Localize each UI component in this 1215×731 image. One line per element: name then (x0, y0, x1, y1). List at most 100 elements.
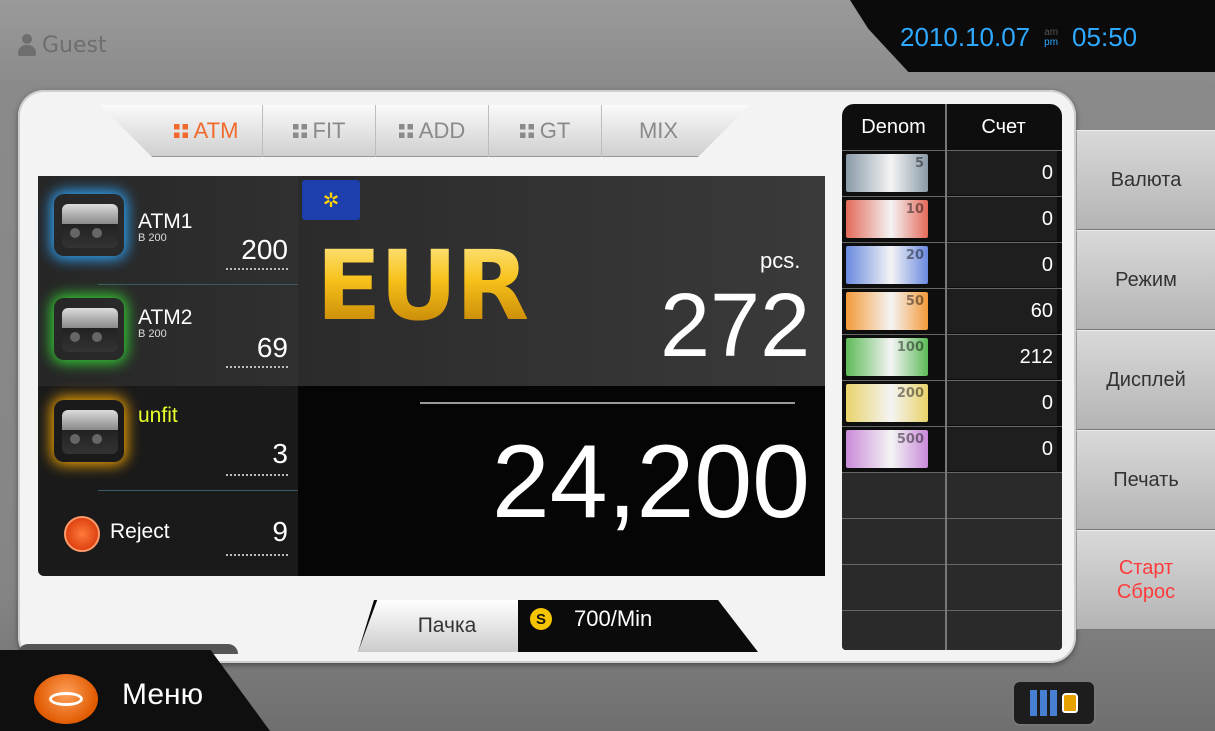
time-text: 05:50 (1072, 22, 1138, 52)
table-row (842, 518, 1062, 564)
column-divider (945, 104, 947, 650)
denom-count: 0 (947, 427, 1057, 471)
pocket-sub: B 200 (138, 232, 167, 244)
start-label: Старт (1118, 557, 1174, 579)
currency-button[interactable]: Валюта (1076, 130, 1215, 230)
empty-cell (947, 611, 1057, 650)
empty-cell (947, 519, 1057, 563)
tab-label: GT (539, 118, 571, 143)
user-icon (18, 34, 36, 56)
table-row (842, 564, 1062, 610)
banknote-icon: 5 (846, 154, 928, 192)
speed-value: 700/Min (574, 606, 653, 631)
tab-label: ATM (193, 118, 239, 143)
table-row: 50 (842, 150, 1062, 196)
banknote-icon: 500 (846, 430, 928, 468)
denom-count: 0 (947, 243, 1057, 287)
banknote-icon: 200 (846, 384, 928, 422)
grid-icon (173, 124, 188, 138)
pm-label: pm (1044, 36, 1059, 48)
pocket-count: 69 (256, 332, 288, 363)
pocket-count: 3 (272, 438, 288, 469)
banknote-icon: 20 (846, 246, 928, 284)
dotted-divider (226, 554, 288, 556)
table-row: 500 0 (842, 426, 1062, 472)
user-name: Guest (42, 32, 107, 58)
denom-count: 0 (947, 381, 1057, 425)
mode-button[interactable]: Режим (1076, 230, 1215, 330)
tab-gt[interactable]: GT (489, 105, 602, 157)
start-reset-button[interactable]: Старт Сброс (1076, 530, 1215, 630)
denom-count: 60 (947, 289, 1057, 333)
pocket-atm2[interactable]: ATM2 B 200 69 (38, 286, 298, 386)
pocket-name: Reject (110, 520, 170, 543)
banknote-icon: 10 (846, 200, 928, 238)
column-header-denom: Denom (861, 115, 926, 138)
tab-fit[interactable]: FIT (263, 105, 376, 157)
tab-label: ADD (418, 118, 466, 143)
dotted-divider (226, 366, 288, 368)
divider (420, 402, 795, 404)
date-text: 2010.10.07 (900, 22, 1031, 52)
user-indicator: Guest (18, 28, 107, 62)
pocket-reject[interactable]: Reject 9 (38, 496, 298, 576)
dotted-divider (226, 474, 288, 476)
speed-display[interactable]: S 700/Min (530, 606, 652, 632)
grid-icon (292, 124, 307, 138)
banknote-icon: 50 (846, 292, 928, 330)
pocket-unfit[interactable]: unfit 3 (38, 386, 298, 486)
pocket-name: unfit (138, 404, 178, 427)
tab-label: FIT (312, 118, 346, 143)
table-row: 10 0 (842, 196, 1062, 242)
divider (98, 490, 298, 491)
pocket-panel: ATM1 B 200 200 ATM2 B 200 69 unfit 3 Rej… (38, 176, 298, 576)
counter-machine-icon (54, 298, 124, 360)
table-row: 50 60 (842, 288, 1062, 334)
table-row (842, 610, 1062, 650)
grid-icon (398, 124, 413, 138)
denom-count: 212 (947, 335, 1057, 379)
table-row: 100 212 (842, 334, 1062, 380)
lock-icon (1062, 693, 1078, 713)
denomination-table: Denom Счет 5 0 10 0 20 0 50 60 100 212 200 0 500 0 (842, 104, 1062, 650)
pcs-label: pcs. (760, 248, 801, 273)
am-label: am (1044, 26, 1059, 38)
table-row: 20 0 (842, 242, 1062, 288)
pocket-count: 9 (272, 516, 288, 547)
currency-code: EUR (316, 230, 529, 342)
table-row: 200 0 (842, 380, 1062, 426)
reset-label: Сброс (1116, 581, 1176, 603)
table-row (842, 472, 1062, 518)
tab-atm[interactable]: ATM (150, 105, 263, 157)
tab-mix[interactable]: MIX (602, 105, 715, 157)
banknote-icon: 100 (846, 338, 928, 376)
denom-count: 0 (947, 151, 1057, 195)
pocket-name: ATM1 (138, 210, 193, 233)
keypad-icon (1030, 690, 1058, 716)
empty-cell (947, 473, 1057, 517)
eu-flag-icon: ✲ (302, 180, 360, 220)
pocket-sub: B 200 (138, 328, 167, 340)
display-button[interactable]: Дисплей (1076, 330, 1215, 430)
pocket-atm1[interactable]: ATM1 B 200 200 (38, 186, 298, 286)
menu-label: Меню (122, 678, 204, 711)
speed-icon: S (530, 608, 552, 630)
total-amount: 24,200 (491, 424, 810, 540)
keypad-lock-button[interactable] (1012, 680, 1096, 726)
divider (98, 284, 298, 285)
denom-count: 0 (947, 197, 1057, 241)
empty-cell (947, 565, 1057, 609)
counter-machine-icon (54, 400, 124, 462)
pocket-count: 200 (241, 234, 288, 265)
grid-icon (519, 124, 534, 138)
tab-label: MIX (638, 118, 679, 143)
eye-icon (34, 674, 98, 724)
datetime-display: 2010.10.07 am pm 05:50 (900, 22, 1137, 53)
tab-add[interactable]: ADD (376, 105, 489, 157)
pocket-name: ATM2 (138, 306, 193, 329)
dotted-divider (226, 268, 288, 270)
reject-icon (64, 516, 100, 552)
print-button[interactable]: Печать (1076, 430, 1215, 530)
batch-button[interactable]: Пачка (358, 600, 518, 652)
counter-machine-icon (54, 194, 124, 256)
